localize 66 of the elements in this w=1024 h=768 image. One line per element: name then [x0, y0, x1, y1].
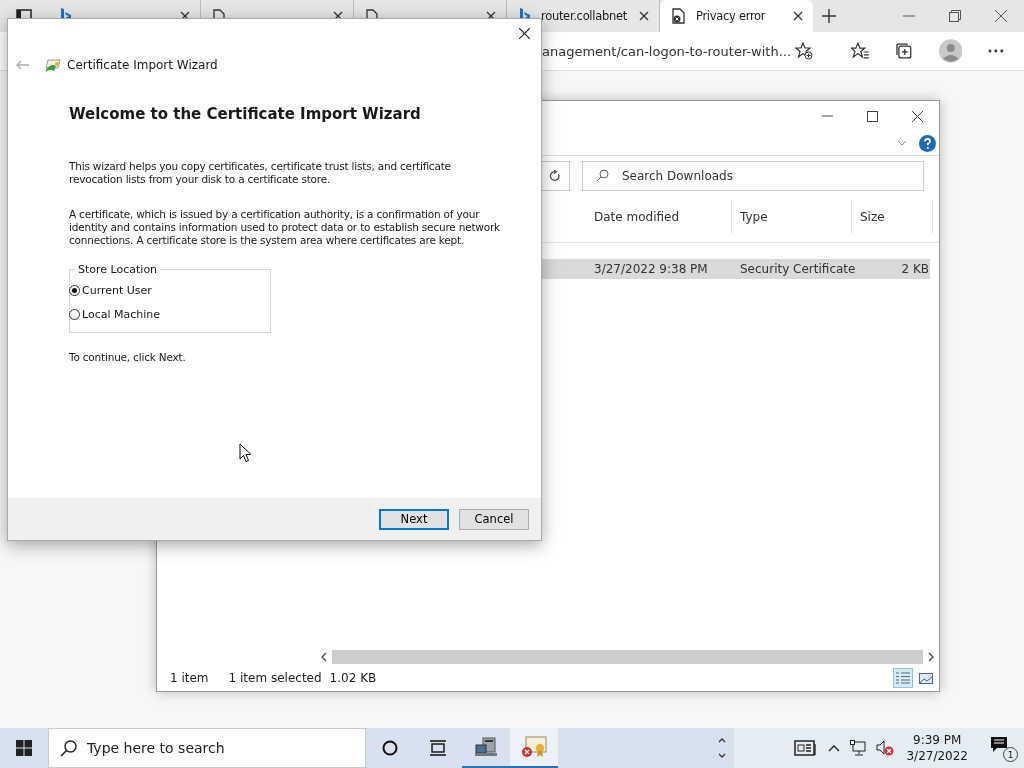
- favorites-icon[interactable]: [851, 42, 869, 60]
- close-icon[interactable]: [519, 27, 530, 39]
- description-text: A certificate, which is issued by a certification authority, is a confirmation of your identity and contains information used to protect data or to establish secure network connections. A certificate store is the system area where certificates are kept.: [69, 208, 501, 247]
- status-text: 1 item: [170, 671, 209, 685]
- radio-button[interactable]: [69, 284, 80, 296]
- task-view-icon: [429, 740, 447, 756]
- mouse-pointer-icon: [239, 443, 252, 463]
- group-label: Store Location: [77, 263, 159, 276]
- scroll-up-icon[interactable]: [718, 738, 726, 743]
- radio-option[interactable]: Local Machine: [69, 302, 270, 326]
- muted-speaker-icon[interactable]: [876, 740, 895, 756]
- thumbnail-view-icon: [919, 672, 933, 684]
- dialog-button[interactable]: Next: [379, 508, 449, 530]
- message-icon: [990, 736, 1008, 754]
- radio-button[interactable]: [69, 308, 80, 320]
- profile-avatar[interactable]: [938, 39, 963, 63]
- chevron-down-icon[interactable]: [897, 140, 907, 146]
- computer-icon: [474, 737, 498, 757]
- scroll-right-icon[interactable]: [927, 652, 935, 662]
- restore-icon[interactable]: [949, 10, 961, 22]
- scroll-left-icon[interactable]: [320, 652, 328, 662]
- certificate-icon: [45, 57, 61, 73]
- more-icon[interactable]: [988, 49, 1004, 53]
- column-header[interactable]: Type: [732, 200, 852, 234]
- column-header[interactable]: Date modified: [586, 200, 732, 234]
- news-icon[interactable]: [794, 740, 819, 756]
- status-text: 1 item selected: [228, 671, 322, 685]
- dialog-button[interactable]: Cancel: [459, 508, 529, 530]
- wizard-heading: Welcome to the Certificate Import Wizard: [69, 105, 422, 123]
- status-text: 1.02 KB: [329, 671, 377, 685]
- help-icon[interactable]: [919, 134, 936, 152]
- browser-tab[interactable]: Privacy error: [660, 0, 813, 32]
- time-text: 9:39 PM: [913, 732, 962, 748]
- notification-count: 1: [1003, 747, 1018, 762]
- new-tab-icon[interactable]: [821, 8, 837, 24]
- chevron-up-icon[interactable]: [828, 744, 841, 752]
- error-page-icon: [672, 8, 686, 24]
- collections-icon[interactable]: [895, 42, 913, 60]
- date-cell-text: 3/27/2022 9:38 PM: [593, 262, 709, 276]
- add-favorite-icon[interactable]: [795, 42, 814, 60]
- maximize-icon[interactable]: [867, 110, 878, 122]
- close-icon[interactable]: [995, 10, 1007, 22]
- search-icon: [596, 169, 609, 182]
- radio-option[interactable]: Current User: [69, 278, 270, 302]
- close-icon[interactable]: [912, 110, 923, 122]
- clock[interactable]: 9:39 PM 3/27/2022: [906, 732, 968, 764]
- refresh-icon: [549, 170, 561, 182]
- date-text: 3/27/2022: [906, 748, 968, 764]
- scroll-down-icon[interactable]: [718, 753, 726, 758]
- description-text: This wizard helps you copy certificates, certificate trust lists, and certificate revocation lists from your disk to a certificate store.: [69, 160, 452, 186]
- taskbar-search-field[interactable]: Type here to search: [48, 728, 366, 768]
- details-view-icon: [895, 672, 911, 684]
- circle-icon: [382, 740, 398, 756]
- scrollbar-thumb[interactable]: [332, 650, 923, 664]
- certificate-icon: [521, 736, 547, 758]
- taskbar-app-button[interactable]: [510, 728, 558, 768]
- dialog-title: Certificate Import Wizard: [67, 58, 218, 72]
- close-icon[interactable]: [793, 11, 803, 21]
- close-icon[interactable]: [639, 11, 649, 21]
- windows-logo-icon: [16, 740, 32, 756]
- search-field[interactable]: Search Downloads: [582, 161, 924, 191]
- column-header[interactable]: Size: [852, 200, 933, 234]
- details-view-button[interactable]: [893, 668, 913, 688]
- search-icon: [60, 740, 77, 757]
- instruction-text: To continue, click Next.: [69, 351, 187, 364]
- network-icon[interactable]: [850, 740, 867, 756]
